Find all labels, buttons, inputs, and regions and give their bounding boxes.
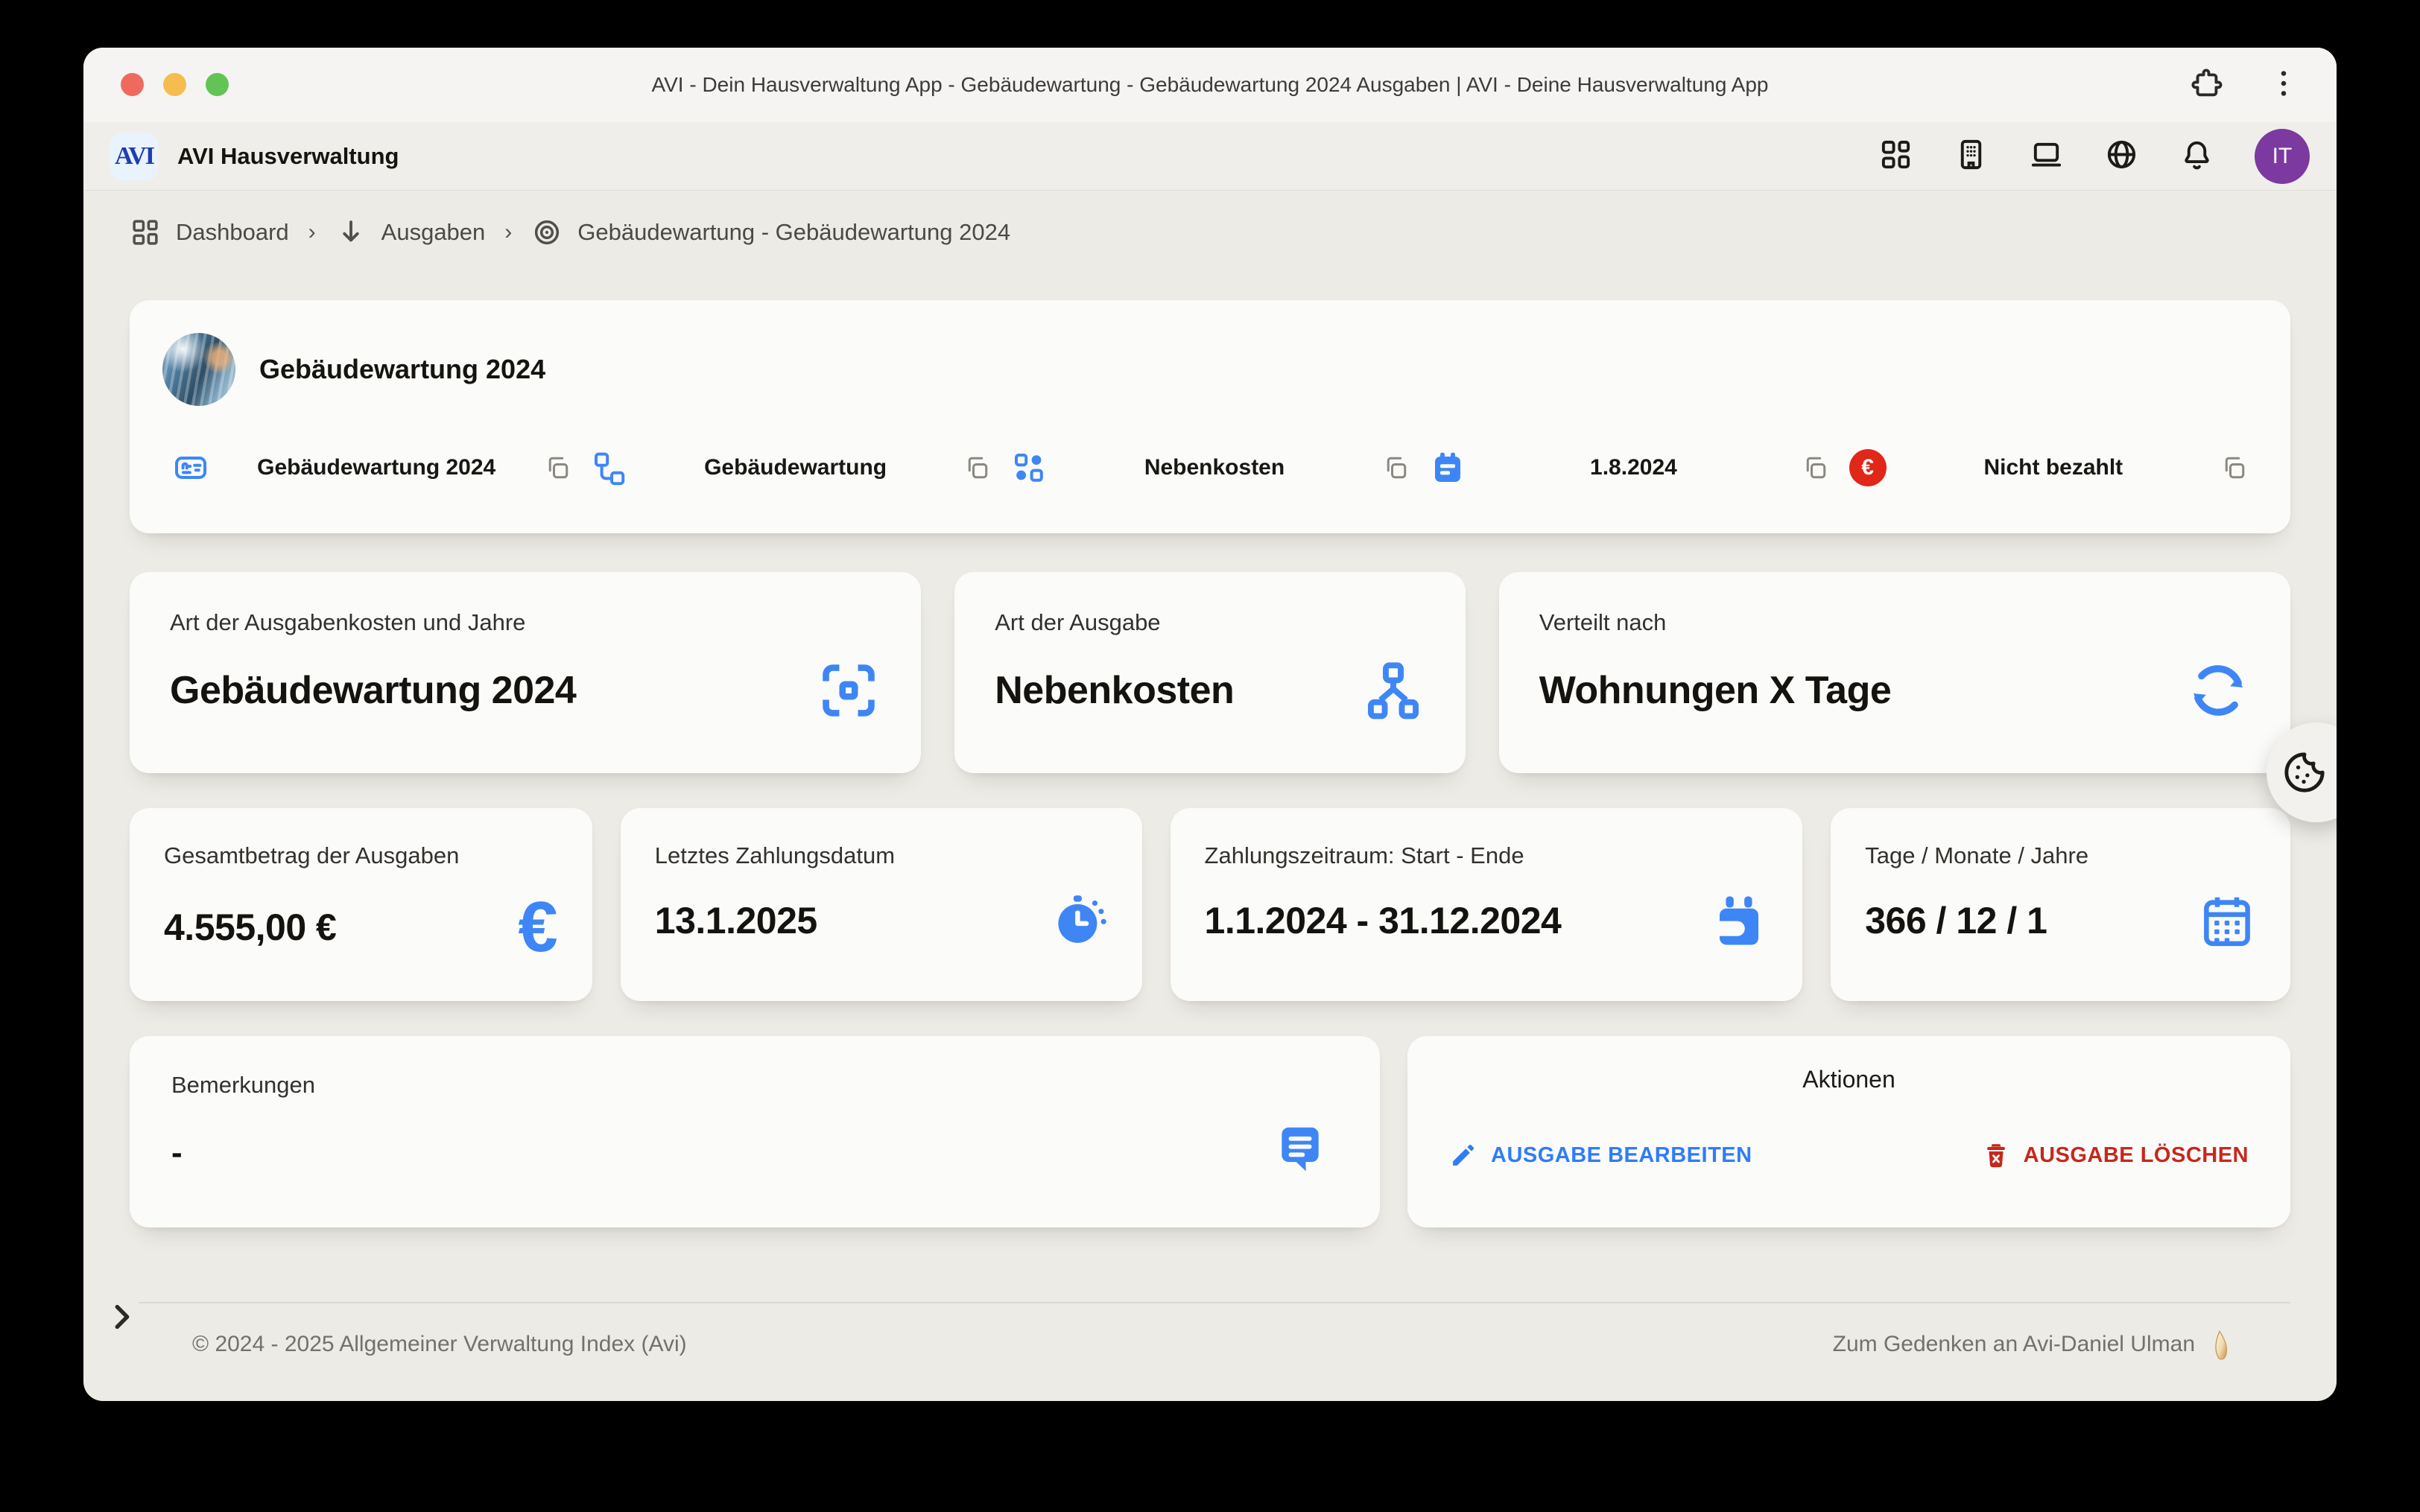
field-category: Gebäudewartung: [581, 449, 1000, 486]
days-months-years-card: Tage / Monate / Jahre 366 / 12 / 1: [1831, 808, 2290, 1001]
field-date: 1.8.2024: [1419, 449, 1838, 486]
record-title: Gebäudewartung 2024: [259, 354, 545, 385]
breadcrumb-separator: ›: [308, 220, 316, 245]
building-icon[interactable]: [1954, 137, 1989, 176]
card-label: Gesamtbetrag der Ausgaben: [164, 842, 558, 869]
last-payment-card: Letztes Zahlungsdatum 13.1.2025: [621, 808, 1142, 1001]
tree-structure-icon: [592, 450, 627, 486]
breadcrumb-current-page: Gebäudewartung - Gebäudewartung 2024: [531, 217, 1010, 248]
remarks-value: -: [171, 1134, 1338, 1172]
desktop: AVI - Dein Hausverwaltung App - Gebäudew…: [0, 0, 2420, 1512]
footer: © 2024 - 2025 Allgemeiner Verwaltung Ind…: [139, 1302, 2290, 1385]
chat-icon: [1273, 1119, 1328, 1178]
copyright-text: © 2024 - 2025 Allgemeiner Verwaltung Ind…: [139, 1332, 687, 1357]
card-value: Gebäudewartung 2024: [170, 668, 576, 713]
calendar-filled-icon: [1430, 450, 1466, 486]
dashboard-grid-icon[interactable]: [1878, 137, 1913, 176]
card-value: 4.555,00 €: [164, 906, 336, 949]
copy-icon[interactable]: [544, 454, 571, 481]
card-value: 366 / 12 / 1: [1865, 899, 2047, 942]
scan-focus-icon: [817, 658, 881, 722]
copy-icon[interactable]: [2220, 454, 2247, 481]
actions-title: Aktionen: [1449, 1066, 2249, 1093]
stopwatch-icon: [1050, 892, 1108, 950]
card-label: Verteilt nach: [1539, 609, 2250, 636]
calendar-grid-icon: [2198, 892, 2256, 950]
record-fields-row: Gebäudewartung 2024: [162, 449, 2258, 486]
page-body: Dashboard › Ausgaben › Gebäudewartung - …: [83, 217, 2337, 1401]
remarks-label: Bemerkungen: [171, 1072, 1338, 1099]
edit-expense-button[interactable]: AUSGABE BEARBEITEN: [1449, 1141, 1752, 1169]
card-value: Wohnungen X Tage: [1539, 668, 1892, 713]
extensions-puzzle-icon[interactable]: [2189, 66, 2223, 104]
id-card-icon: [173, 450, 209, 486]
titlebar: AVI - Dein Hausverwaltung App - Gebäudew…: [83, 48, 2337, 122]
field-value: 1.8.2024: [1466, 455, 1801, 480]
card-value: 13.1.2025: [655, 899, 817, 942]
dashboard-grid-icon: [130, 217, 161, 248]
breadcrumb: Dashboard › Ausgaben › Gebäudewartung - …: [130, 217, 2290, 248]
laptop-icon[interactable]: [2029, 137, 2064, 176]
browser-menu-icon[interactable]: [2267, 66, 2301, 104]
field-payment-status: € Nicht bezahlt: [1839, 449, 2258, 486]
expense-type-card: Art der Ausgabe Nebenkosten: [954, 572, 1466, 773]
wallet-calendar-icon: [1710, 892, 1768, 950]
browser-window: AVI - Dein Hausverwaltung App - Gebäudew…: [83, 48, 2337, 1401]
window-title: AVI - Dein Hausverwaltung App - Gebäudew…: [83, 48, 2337, 122]
hierarchy-icon: [1361, 658, 1425, 722]
field-value: Gebäudewartung: [627, 455, 963, 480]
actions-card: Aktionen AUSGABE BEARBEITEN: [1407, 1036, 2290, 1227]
field-value: Nebenkosten: [1047, 455, 1382, 480]
field-value: Nicht bezahlt: [1887, 455, 2220, 480]
arrow-down-icon: [335, 217, 367, 248]
card-value: 1.1.2024 - 31.12.2024: [1205, 899, 1562, 942]
globe-icon[interactable]: [2104, 137, 2139, 176]
app-logo[interactable]: AVI: [110, 133, 158, 180]
total-amount-card: Gesamtbetrag der Ausgaben 4.555,00 € €: [130, 808, 592, 1001]
record-summary-card: Gebäudewartung 2024 Gebäudewartung 2024: [130, 300, 2290, 533]
remarks-card: Bemerkungen -: [130, 1036, 1380, 1227]
sync-icon: [2186, 658, 2250, 722]
breadcrumb-separator: ›: [504, 220, 512, 245]
app-name: AVI Hausverwaltung: [177, 143, 399, 170]
card-label: Art der Ausgabe: [995, 609, 1425, 636]
user-avatar[interactable]: IT: [2255, 129, 2310, 184]
eye-icon: [531, 217, 563, 248]
field-type: Nebenkosten: [1001, 449, 1419, 486]
cookie-icon: [2283, 751, 2326, 794]
copy-icon[interactable]: [1382, 454, 1409, 481]
category-grid-icon: [1011, 450, 1047, 486]
card-value: Nebenkosten: [995, 668, 1234, 713]
euro-status-icon: €: [1849, 449, 1887, 486]
bell-icon[interactable]: [2179, 137, 2214, 176]
trash-icon: [1982, 1141, 2010, 1169]
app-header: AVI AVI Hausverwaltung: [83, 122, 2337, 191]
euro-icon: €: [518, 892, 557, 963]
memorial-text: Zum Gedenken an Avi-Daniel Ulman: [1833, 1332, 2195, 1357]
field-value: Gebäudewartung 2024: [209, 455, 544, 480]
record-photo-avatar: [162, 333, 235, 406]
field-name: Gebäudewartung 2024: [162, 449, 581, 486]
distribution-card: Verteilt nach Wohnungen X Tage: [1499, 572, 2290, 773]
card-label: Zahlungszeitraum: Start - Ende: [1205, 842, 1769, 869]
breadcrumb-ausgaben[interactable]: Ausgaben: [335, 217, 486, 248]
card-label: Tage / Monate / Jahre: [1865, 842, 2256, 869]
copy-icon[interactable]: [963, 454, 990, 481]
expense-kind-card: Art der Ausgabenkosten und Jahre Gebäude…: [130, 572, 921, 773]
payment-period-card: Zahlungszeitraum: Start - Ende 1.1.2024 …: [1171, 808, 1803, 1001]
card-label: Art der Ausgabenkosten und Jahre: [170, 609, 881, 636]
sidebar-expand-chevron[interactable]: [104, 1300, 142, 1337]
candle-flame-icon: [2207, 1327, 2232, 1362]
copy-icon[interactable]: [1802, 454, 1828, 481]
pencil-icon: [1449, 1141, 1477, 1169]
delete-expense-button[interactable]: AUSGABE LÖSCHEN: [1982, 1141, 2249, 1169]
card-label: Letztes Zahlungsdatum: [655, 842, 1108, 869]
breadcrumb-dashboard[interactable]: Dashboard: [130, 217, 289, 248]
